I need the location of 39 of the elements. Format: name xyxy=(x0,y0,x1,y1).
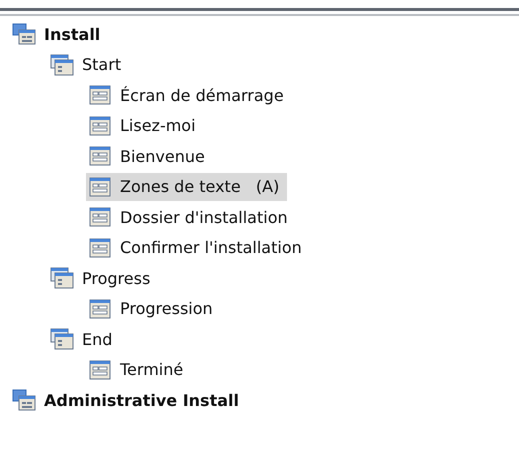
tree-item[interactable]: Install xyxy=(10,20,108,48)
installer-icon xyxy=(12,389,36,412)
tree-item[interactable]: Start xyxy=(48,50,130,79)
tree-item[interactable]: Terminé xyxy=(86,356,192,384)
tree-item-label: Progression xyxy=(120,299,213,318)
tree-item-label: Confirmer l'installation xyxy=(120,238,302,258)
tree-item-label: Zones de texte (A) xyxy=(120,177,280,196)
dialog-icon xyxy=(88,358,112,381)
tree-item-label: Lisez-moi xyxy=(120,116,196,136)
dialog-icon xyxy=(88,145,112,168)
tree-item-label: Écran de démarrage xyxy=(120,86,284,105)
tree-item[interactable]: Lisez-moi xyxy=(86,112,204,140)
tree-item-label: Install xyxy=(44,24,100,44)
windows-icon xyxy=(50,267,74,290)
tree-item[interactable]: Écran de démarrage xyxy=(86,81,292,110)
dialog-icon xyxy=(88,84,112,106)
tree-item-label: Start xyxy=(82,55,122,74)
tree-item[interactable]: Progression xyxy=(86,294,221,323)
windows-icon xyxy=(50,54,74,76)
dialog-icon xyxy=(88,114,112,137)
tree-item-label: Administrative Install xyxy=(44,390,239,410)
installer-icon xyxy=(12,23,36,46)
tree-item-label: Dossier d'installation xyxy=(120,208,288,227)
tree-item-label: End xyxy=(82,330,112,349)
tree-item[interactable]: Dossier d'installation xyxy=(86,203,296,232)
dialog-icon xyxy=(88,206,112,228)
tree-item[interactable]: End xyxy=(48,325,120,354)
tree-item[interactable]: Confirmer l'installation xyxy=(86,234,310,262)
dialog-icon xyxy=(88,298,112,320)
windows-icon xyxy=(50,328,74,350)
tree-item[interactable]: Progress xyxy=(48,264,158,292)
tree-item[interactable]: Administrative Install xyxy=(10,386,247,414)
tree-item[interactable]: Bienvenue xyxy=(86,142,213,170)
tree-item-label: Terminé xyxy=(120,360,184,380)
dialog-icon xyxy=(88,236,112,259)
tree-item-label: Progress xyxy=(82,268,150,288)
dialog-icon xyxy=(88,176,112,198)
tree-item-label: Bienvenue xyxy=(120,146,205,166)
tree-item[interactable]: Zones de texte (A) xyxy=(86,172,288,201)
